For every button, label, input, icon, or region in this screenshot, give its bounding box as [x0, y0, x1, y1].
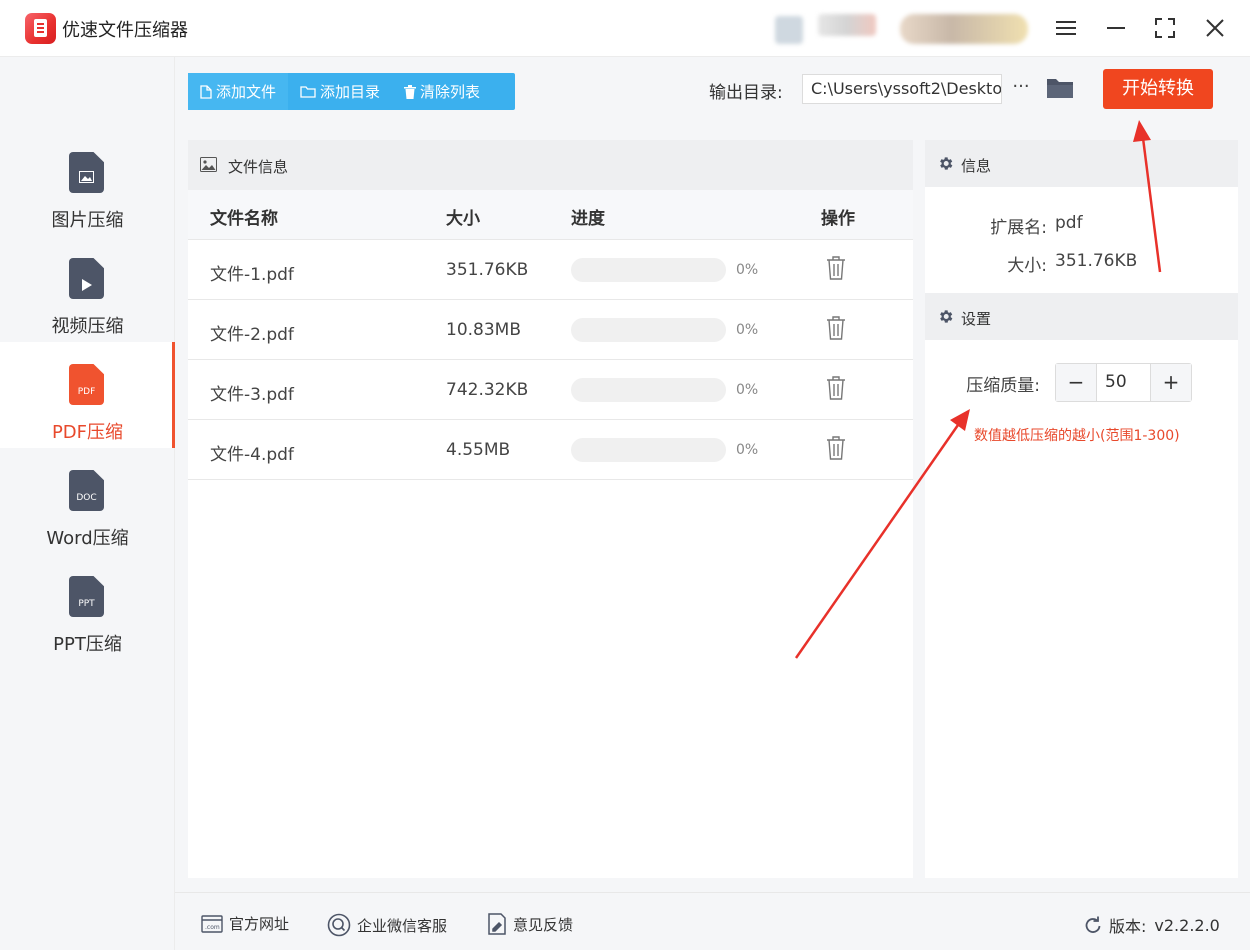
file-panel-title: 文件信息	[228, 158, 289, 176]
video-file-icon	[69, 258, 104, 299]
pdf-file-icon: PDF	[69, 364, 104, 405]
quality-stepper: − 50 +	[1055, 363, 1192, 402]
size-label: 大小:	[1007, 256, 1047, 276]
add-file-button[interactable]: 添加文件	[188, 73, 289, 110]
size-value: 351.76KB	[1055, 251, 1138, 271]
doc-file-icon: DOC	[69, 470, 104, 511]
settings-header: 设置	[925, 293, 1238, 340]
column-action: 操作	[821, 209, 855, 229]
add-directory-button[interactable]: 添加目录	[288, 73, 392, 110]
blurred-avatar	[775, 16, 803, 44]
file-size: 742.32KB	[446, 380, 529, 400]
output-dir-input[interactable]: C:\Users\yssoft2\Desktop	[802, 74, 1002, 104]
website-icon: .com	[201, 914, 223, 933]
file-name: 文件-4.pdf	[210, 445, 294, 465]
file-size: 4.55MB	[446, 440, 511, 460]
info-header: 信息	[925, 140, 1238, 187]
gear-icon	[940, 157, 953, 170]
delete-icon[interactable]	[826, 316, 846, 340]
quality-hint: 数值越低压缩的越小(范围1-300)	[974, 428, 1180, 444]
progress-bar	[571, 318, 726, 342]
app-title: 优速文件压缩器	[62, 20, 188, 41]
progress-text: 0%	[736, 322, 759, 338]
output-dir-label: 输出目录:	[709, 83, 783, 103]
close-icon[interactable]	[1201, 14, 1229, 42]
quality-input[interactable]: 50	[1096, 364, 1151, 401]
sidebar-item-ppt[interactable]: PPT PPT压缩	[0, 554, 175, 660]
sidebar-item-image[interactable]: 图片压缩	[0, 130, 175, 236]
table-row[interactable]: 文件-4.pdf 4.55MB 0%	[188, 420, 913, 480]
file-icon	[200, 84, 212, 99]
table-header	[188, 190, 913, 240]
progress-bar	[571, 258, 726, 282]
sidebar-item-label: 图片压缩	[51, 210, 124, 231]
file-panel-header: 文件信息	[188, 140, 913, 190]
start-convert-button[interactable]: 开始转换	[1103, 69, 1213, 109]
sidebar-item-pdf[interactable]: PDF PDF压缩	[0, 342, 175, 448]
sidebar-item-label: 视频压缩	[51, 316, 124, 337]
image-icon	[200, 157, 217, 172]
delete-icon[interactable]	[826, 436, 846, 460]
ppt-file-icon: PPT	[69, 576, 104, 617]
folder-icon[interactable]	[1046, 76, 1074, 100]
more-options-button[interactable]: ···	[1010, 74, 1032, 104]
version-info: 版本: v2.2.2.0	[1083, 913, 1220, 937]
progress-text: 0%	[736, 382, 759, 398]
wechat-icon	[327, 913, 351, 937]
sidebar: 图片压缩 视频压缩 PDF PDF压缩 DOC Word压缩 PPT PPT压缩	[0, 57, 175, 950]
title-bar: 优速文件压缩器	[0, 0, 1250, 57]
svg-text:.com: .com	[205, 924, 220, 931]
file-size: 351.76KB	[446, 260, 529, 280]
gear-icon	[940, 310, 953, 323]
file-name: 文件-1.pdf	[210, 265, 294, 285]
minimize-icon[interactable]	[1102, 14, 1130, 42]
file-name: 文件-3.pdf	[210, 385, 294, 405]
right-panel: 信息 扩展名: pdf 大小: 351.76KB 设置 压缩质量: − 50 +…	[925, 140, 1238, 878]
quality-label: 压缩质量:	[966, 376, 1040, 396]
decrease-button[interactable]: −	[1056, 364, 1096, 401]
menu-icon[interactable]	[1052, 14, 1080, 42]
progress-text: 0%	[736, 442, 759, 458]
website-link[interactable]: .com 官方网址	[201, 913, 289, 934]
feedback-icon	[488, 913, 506, 935]
sidebar-item-word[interactable]: DOC Word压缩	[0, 448, 175, 554]
settings-title: 设置	[961, 310, 992, 328]
sidebar-item-label: PPT压缩	[53, 634, 122, 655]
ext-value: pdf	[1055, 213, 1083, 233]
clear-list-button[interactable]: 清除列表	[392, 73, 492, 110]
image-file-icon	[69, 152, 104, 193]
folder-outline-icon	[300, 86, 316, 98]
delete-icon[interactable]	[826, 376, 846, 400]
blurred-username	[900, 14, 1028, 44]
wechat-support-link[interactable]: 企业微信客服	[327, 913, 447, 937]
sidebar-item-label: PDF压缩	[51, 422, 124, 443]
column-name: 文件名称	[210, 209, 278, 229]
trash-icon	[404, 84, 417, 99]
info-title: 信息	[961, 157, 992, 175]
table-row[interactable]: 文件-2.pdf 10.83MB 0%	[188, 300, 913, 360]
progress-text: 0%	[736, 262, 759, 278]
file-size: 10.83MB	[446, 320, 521, 340]
progress-bar	[571, 438, 726, 462]
column-size: 大小	[446, 209, 480, 229]
feedback-link[interactable]: 意见反馈	[487, 913, 573, 935]
file-name: 文件-2.pdf	[210, 325, 294, 345]
refresh-icon	[1085, 916, 1101, 933]
app-logo-icon	[25, 13, 56, 44]
sidebar-item-video[interactable]: 视频压缩	[0, 236, 175, 342]
table-row[interactable]: 文件-3.pdf 742.32KB 0%	[188, 360, 913, 420]
maximize-icon[interactable]	[1151, 14, 1179, 42]
sidebar-item-label: Word压缩	[46, 528, 129, 549]
toolbar-button-group: 添加文件 添加目录 清除列表	[188, 73, 515, 110]
progress-bar	[571, 378, 726, 402]
delete-icon[interactable]	[826, 256, 846, 280]
table-row[interactable]: 文件-1.pdf 351.76KB 0%	[188, 240, 913, 300]
column-progress: 进度	[571, 209, 605, 229]
file-list-panel: 文件信息 文件名称 大小 进度 操作 文件-1.pdf 351.76KB 0% …	[188, 140, 913, 878]
increase-button[interactable]: +	[1151, 364, 1191, 401]
footer: .com 官方网址 企业微信客服 意见反馈 版本: v2.2.2.0	[175, 892, 1250, 950]
ext-label: 扩展名:	[990, 218, 1047, 238]
blurred-user-info	[818, 14, 876, 36]
